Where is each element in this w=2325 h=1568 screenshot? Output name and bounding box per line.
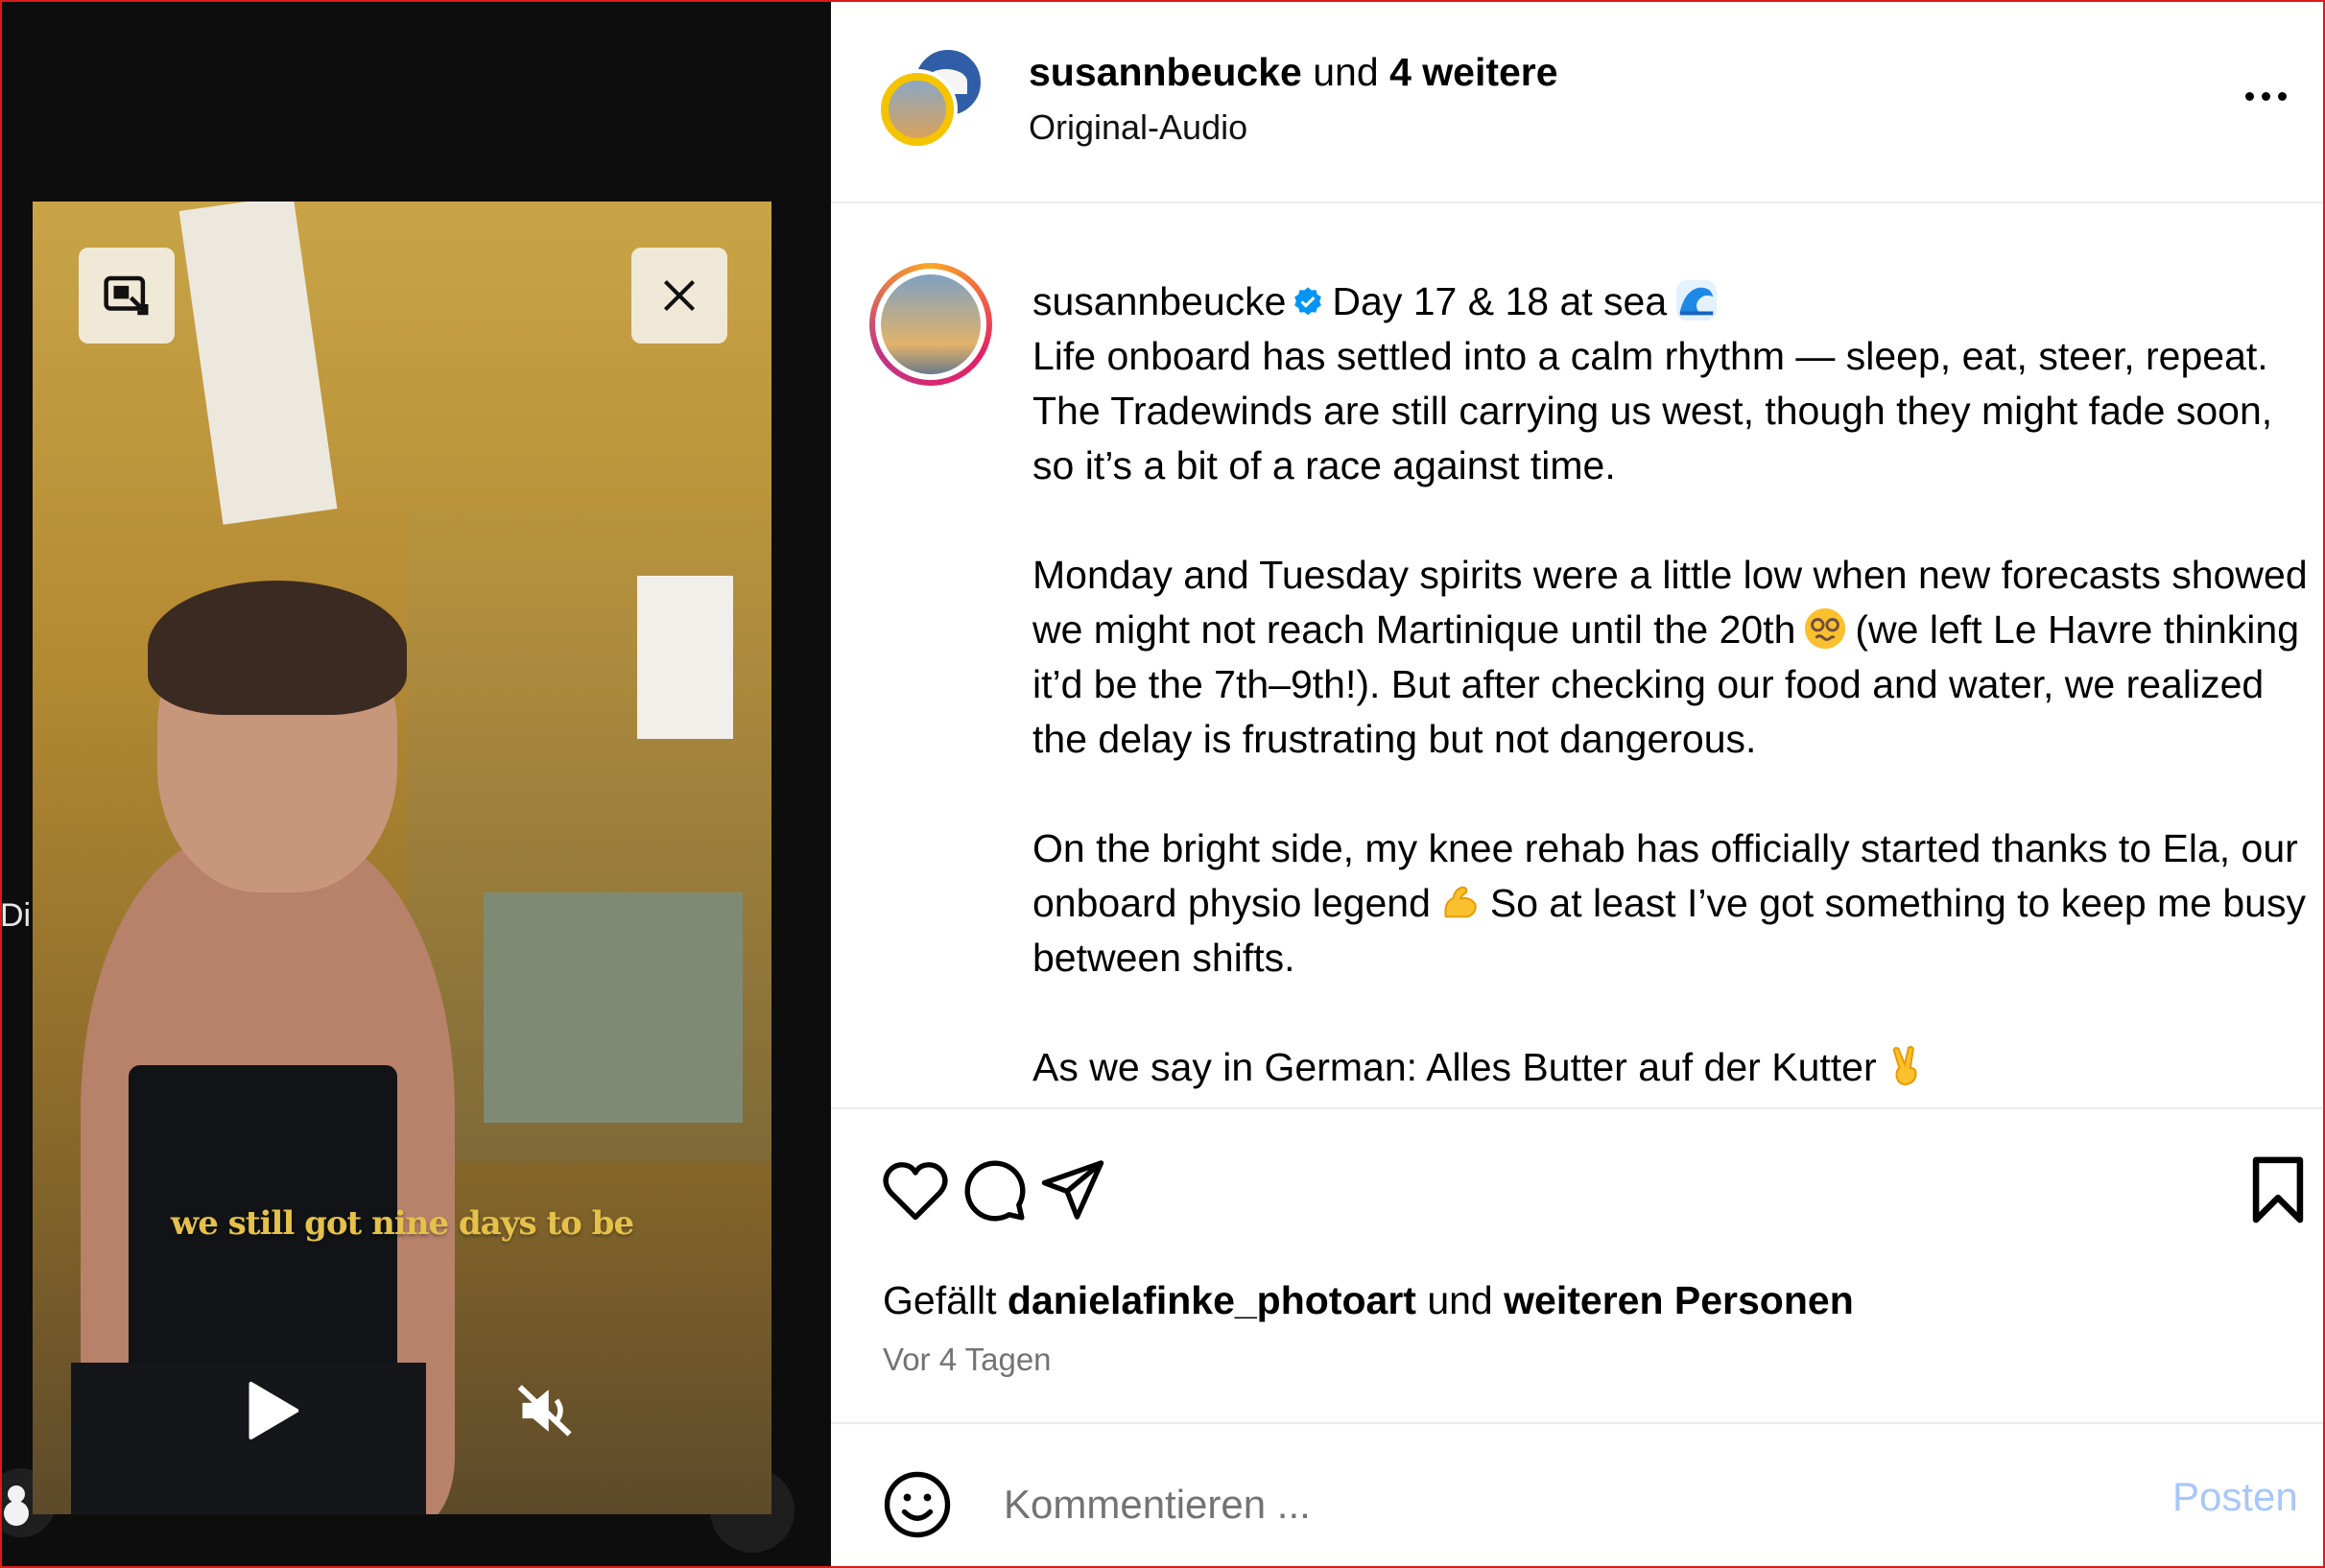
- author-username-link[interactable]: susannbeucke: [1029, 50, 1302, 94]
- play-button[interactable]: [239, 1377, 306, 1444]
- caption-title: Day 17 & 18 at sea: [1332, 279, 1668, 323]
- save-button[interactable]: [2240, 1152, 2316, 1228]
- caption-paragraph-4: As we say in German: Alles Butter auf de…: [1032, 1045, 1877, 1089]
- close-icon: [663, 279, 696, 312]
- flexed-biceps-emoji: [1444, 886, 1477, 918]
- divider: [831, 1107, 2325, 1109]
- post-header: susannbeucke und 4 weitere Original-Audi…: [831, 0, 2325, 203]
- video-scene-console: [484, 892, 743, 1123]
- more-options-button[interactable]: [2232, 77, 2299, 115]
- heart-icon: [883, 1162, 948, 1221]
- likes-prefix: Gefällt: [883, 1278, 997, 1322]
- collaborators-link[interactable]: 4 weitere: [1389, 50, 1558, 94]
- comment-bubble-icon: [964, 1160, 1026, 1222]
- reel-video[interactable]: we still got nine days to be: [33, 202, 771, 1514]
- close-video-button[interactable]: [631, 248, 727, 344]
- bookmark-icon: [2252, 1156, 2304, 1224]
- post-actions: [877, 1152, 2316, 1228]
- comment-button[interactable]: [956, 1152, 1032, 1228]
- likes-others-link[interactable]: weiteren Personen: [1504, 1278, 1854, 1322]
- video-subtitle: we still got nine days to be: [170, 1204, 634, 1243]
- speaker-muted-icon: [517, 1385, 572, 1437]
- video-scene-towel: [637, 576, 733, 739]
- caption-username-link[interactable]: susannbeucke: [1032, 279, 1286, 323]
- video-scene-hair: [148, 581, 407, 715]
- play-icon: [249, 1381, 299, 1440]
- more-dot-icon: [2261, 91, 2270, 101]
- picture-in-picture-icon: [104, 275, 149, 316]
- caption-paragraph-1: Life onboard has settled into a calm rhy…: [1032, 334, 2273, 487]
- caption-text: susannbeucke Day 17 & 18 at sea Life onb…: [1032, 274, 2309, 1107]
- caption-area: susannbeucke Day 17 & 18 at sea Life onb…: [831, 205, 2325, 1107]
- video-scene-paper: [178, 202, 338, 525]
- mute-button[interactable]: [508, 1377, 584, 1444]
- send-paper-plane-icon: [1041, 1160, 1104, 1220]
- more-dot-icon: [2244, 91, 2254, 101]
- post-author-line: susannbeucke und 4 weitere: [1029, 50, 1558, 95]
- author-connector: und: [1313, 50, 1379, 94]
- liked-by-user-link[interactable]: danielafinke_photoart: [1008, 1278, 1416, 1322]
- media-panel: Di we still got nine days to be: [0, 0, 831, 1568]
- like-button[interactable]: [877, 1152, 954, 1228]
- audio-link[interactable]: Original-Audio: [1029, 107, 1247, 148]
- verified-badge-icon: [1294, 287, 1322, 316]
- woozy-face-emoji: [1805, 607, 1846, 650]
- post-panel: susannbeucke und 4 weitere Original-Audi…: [831, 0, 2325, 1568]
- post-timestamp[interactable]: Vor 4 Tagen: [883, 1342, 1052, 1378]
- more-dot-icon: [2277, 91, 2287, 101]
- smiley-face-icon: [884, 1471, 951, 1538]
- likes-connector: und: [1427, 1278, 1493, 1322]
- picture-in-picture-button[interactable]: [79, 248, 175, 344]
- edge-partial-text: Di: [0, 897, 32, 934]
- collab-avatars[interactable]: [877, 46, 1000, 159]
- collab-avatar-primary: [877, 69, 958, 150]
- caption-avatar[interactable]: [869, 263, 992, 386]
- comment-input[interactable]: [1004, 1472, 1963, 1537]
- victory-hand-emoji: [1892, 1046, 1917, 1086]
- comment-composer: Posten: [831, 1424, 2325, 1568]
- avatar-photo: [881, 274, 981, 374]
- post-comment-button[interactable]: Posten: [2172, 1474, 2298, 1520]
- water-wave-emoji: [1676, 279, 1718, 321]
- share-button[interactable]: [1034, 1152, 1111, 1228]
- likes-summary: Gefällt danielafinke_photoart und weiter…: [883, 1278, 1854, 1323]
- emoji-picker-button[interactable]: [881, 1468, 954, 1541]
